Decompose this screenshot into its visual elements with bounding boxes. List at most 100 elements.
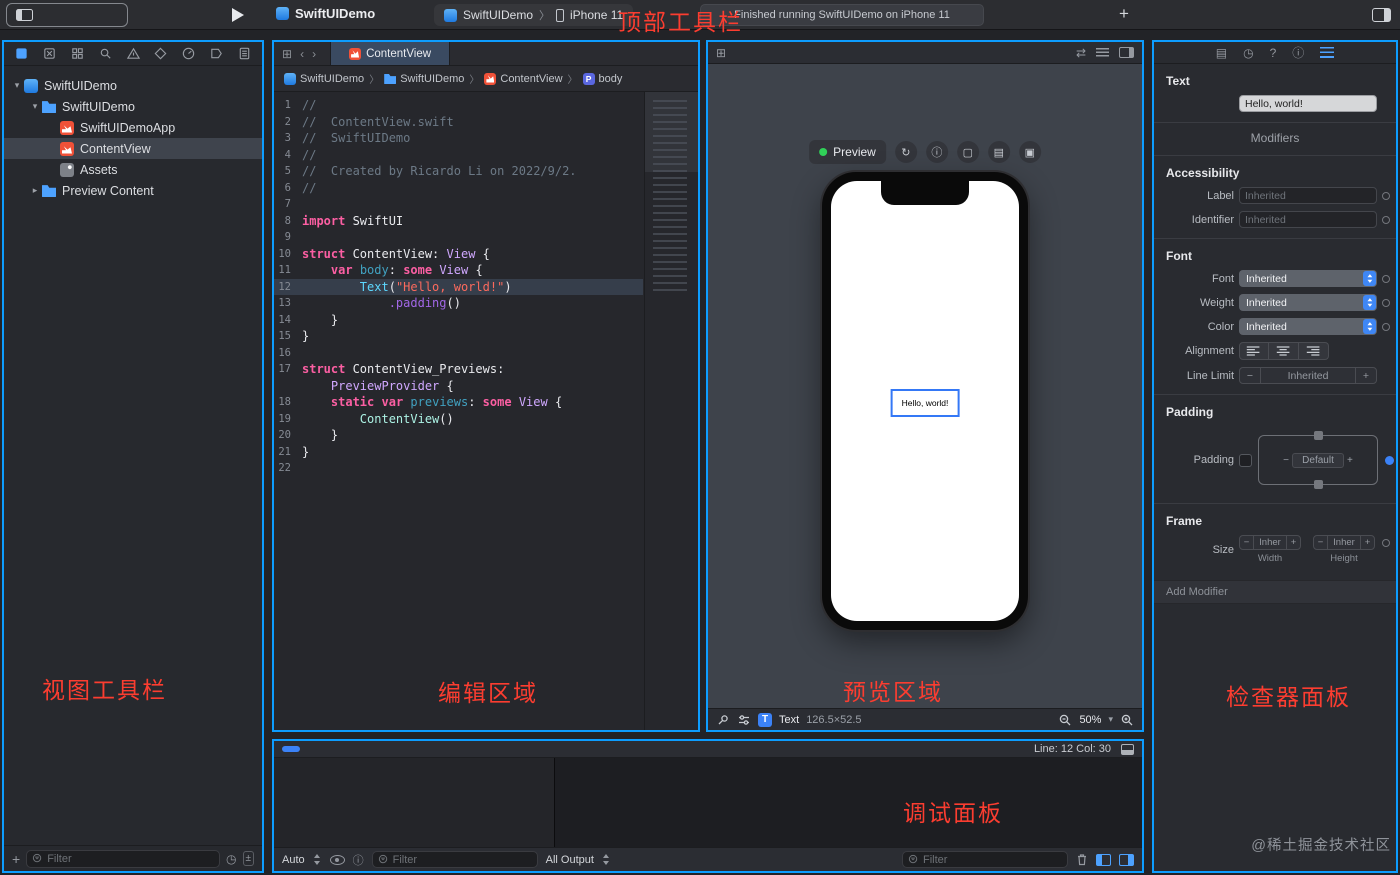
show-console-view-icon[interactable] bbox=[1119, 853, 1134, 866]
console-view[interactable] bbox=[555, 758, 1142, 847]
code-line[interactable]: 22 bbox=[274, 460, 643, 477]
color-popup[interactable]: Inherited bbox=[1239, 318, 1377, 335]
connector-circle[interactable] bbox=[1382, 298, 1390, 307]
pin-icon[interactable] bbox=[716, 713, 730, 727]
padding-checkbox[interactable] bbox=[1239, 453, 1252, 467]
connector-circle[interactable] bbox=[1382, 539, 1390, 547]
code-editor[interactable]: 1 // 2 // ContentView.swift 3 // SwiftUIDemo 4… bbox=[274, 92, 698, 730]
live-preview-icon[interactable]: ↻ bbox=[894, 141, 917, 163]
hide-debug-area-icon[interactable] bbox=[1121, 743, 1134, 755]
report-navigator-icon[interactable] bbox=[237, 46, 252, 61]
console-filter-field[interactable]: Filter bbox=[902, 851, 1068, 868]
align-center-button[interactable] bbox=[1269, 342, 1299, 360]
connector-circle[interactable] bbox=[1382, 322, 1390, 331]
test-navigator-icon[interactable] bbox=[153, 46, 168, 61]
height-minus-button[interactable]: − bbox=[1314, 536, 1327, 549]
code-line[interactable]: 13 .padding() bbox=[274, 295, 643, 312]
symbol-navigator-icon[interactable] bbox=[70, 46, 85, 61]
code-line[interactable]: 21} bbox=[274, 444, 643, 461]
swap-editors-icon[interactable]: ⇄ bbox=[1076, 46, 1086, 60]
zoom-in-icon[interactable] bbox=[1120, 713, 1134, 727]
text-value-field[interactable]: Hello, world! bbox=[1239, 95, 1377, 112]
accessibility-identifier-field[interactable]: Inherited bbox=[1239, 211, 1377, 228]
breakpoint-navigator-icon[interactable] bbox=[209, 46, 224, 61]
code-line[interactable]: 18 static var previews: some View { bbox=[274, 394, 643, 411]
code-line[interactable]: PreviewProvider { bbox=[274, 378, 643, 395]
back-icon[interactable]: ‹ bbox=[300, 47, 304, 61]
issue-navigator-icon[interactable] bbox=[126, 46, 141, 61]
tree-item[interactable]: SwiftUIDemoApp bbox=[4, 117, 262, 138]
tree-item[interactable]: ContentView bbox=[4, 138, 262, 159]
connector-circle[interactable] bbox=[1382, 274, 1390, 283]
code-line[interactable]: 11 var body: some View { bbox=[274, 262, 643, 279]
padding-minus-button[interactable]: − bbox=[1283, 455, 1289, 466]
tree-item[interactable]: ▾ SwiftUIDemo bbox=[4, 96, 262, 117]
trash-icon[interactable] bbox=[1076, 853, 1088, 866]
tab-contentview[interactable]: ContentView bbox=[330, 42, 451, 65]
preview-chip[interactable]: Preview bbox=[809, 140, 886, 164]
code-line[interactable]: 10 struct ContentView: View { bbox=[274, 246, 643, 263]
navigator-filter-field[interactable]: Filter bbox=[26, 849, 221, 868]
recent-files-icon[interactable]: ◷ bbox=[226, 852, 236, 866]
inspect-preview-icon[interactable]: ⓘ bbox=[925, 141, 948, 163]
code-line[interactable]: 5 // Created by Ricardo Li on 2022/9/2. bbox=[274, 163, 643, 180]
zoom-chevron-icon[interactable]: ▾ bbox=[1108, 714, 1113, 725]
minimap[interactable] bbox=[644, 92, 698, 730]
code-line[interactable]: 17 struct ContentView_Previews: bbox=[274, 361, 643, 378]
breadcrumb-item[interactable]: ContentView bbox=[484, 72, 563, 85]
zoom-level[interactable]: 50% bbox=[1079, 714, 1101, 726]
font-popup[interactable]: Inherited bbox=[1239, 270, 1377, 287]
forward-icon[interactable]: › bbox=[312, 47, 316, 61]
code-line[interactable]: 6 // bbox=[274, 180, 643, 197]
list-icon[interactable] bbox=[1096, 48, 1109, 57]
tree-item[interactable]: ▾ SwiftUIDemo bbox=[4, 75, 262, 96]
history-inspector-icon[interactable]: ◷ bbox=[1243, 46, 1253, 60]
padding-top-handle[interactable] bbox=[1313, 431, 1323, 440]
align-left-button[interactable] bbox=[1239, 342, 1269, 360]
library-add-button[interactable]: + bbox=[1119, 4, 1129, 24]
code-line[interactable]: 4 // bbox=[274, 147, 643, 164]
related-items-icon[interactable]: ⊞ bbox=[282, 47, 292, 61]
width-plus-button[interactable]: + bbox=[1287, 536, 1300, 549]
variables-view[interactable] bbox=[274, 758, 555, 847]
output-selector[interactable]: All Output bbox=[546, 854, 594, 866]
align-right-button[interactable] bbox=[1299, 342, 1329, 360]
project-navigator-icon[interactable] bbox=[14, 46, 29, 61]
padding-bottom-handle[interactable] bbox=[1313, 480, 1323, 489]
code-line[interactable]: 16 bbox=[274, 345, 643, 362]
memory-info-icon[interactable]: ⓘ bbox=[353, 852, 364, 868]
run-destination[interactable]: iPhone 11 bbox=[570, 8, 623, 22]
width-minus-button[interactable]: − bbox=[1240, 536, 1253, 549]
add-modifier-field[interactable]: Add Modifier bbox=[1154, 580, 1396, 604]
navigator-toggle-icon[interactable] bbox=[16, 9, 33, 21]
code-line[interactable]: 9 bbox=[274, 229, 643, 246]
disclosure-icon[interactable]: ▾ bbox=[28, 101, 42, 112]
height-plus-button[interactable]: + bbox=[1361, 536, 1374, 549]
connector-circle[interactable] bbox=[1382, 215, 1390, 224]
editor-layout-icon[interactable]: ⊞ bbox=[716, 46, 726, 60]
scope-selector[interactable]: Auto bbox=[282, 854, 305, 866]
weight-popup[interactable]: Inherited bbox=[1239, 294, 1377, 311]
find-navigator-icon[interactable] bbox=[98, 46, 113, 61]
code-line[interactable]: 7 bbox=[274, 196, 643, 213]
breadcrumb-item[interactable]: SwiftUIDemo bbox=[284, 72, 364, 85]
code-line[interactable]: 12 Text("Hello, world!") bbox=[274, 278, 643, 295]
scheme-selector[interactable]: SwiftUIDemo 〉 iPhone 11 bbox=[434, 4, 634, 26]
add-item-icon[interactable]: + bbox=[12, 851, 20, 867]
tree-item[interactable]: Assets bbox=[4, 159, 262, 180]
code-line[interactable]: 1 // bbox=[274, 97, 643, 114]
disclosure-icon[interactable]: ▸ bbox=[28, 185, 42, 196]
attributes-inspector-icon[interactable] bbox=[1320, 47, 1335, 58]
line-limit-plus-button[interactable]: + bbox=[1356, 368, 1376, 383]
adjust-icon[interactable] bbox=[737, 713, 751, 727]
selected-text-view[interactable]: Hello, world! bbox=[890, 389, 960, 418]
connector-circle[interactable] bbox=[1382, 191, 1390, 200]
show-variables-view-icon[interactable] bbox=[1096, 853, 1111, 866]
code-line[interactable]: 19 ContentView() bbox=[274, 411, 643, 428]
code-line[interactable]: 3 // SwiftUIDemo bbox=[274, 130, 643, 147]
source-control-status-icon[interactable]: ± bbox=[242, 851, 254, 866]
variables-filter-field[interactable]: Filter bbox=[371, 851, 538, 868]
zoom-out-icon[interactable] bbox=[1058, 713, 1072, 727]
code-line[interactable]: 15} bbox=[274, 328, 643, 345]
inspector-toggle-icon[interactable] bbox=[1372, 8, 1391, 22]
